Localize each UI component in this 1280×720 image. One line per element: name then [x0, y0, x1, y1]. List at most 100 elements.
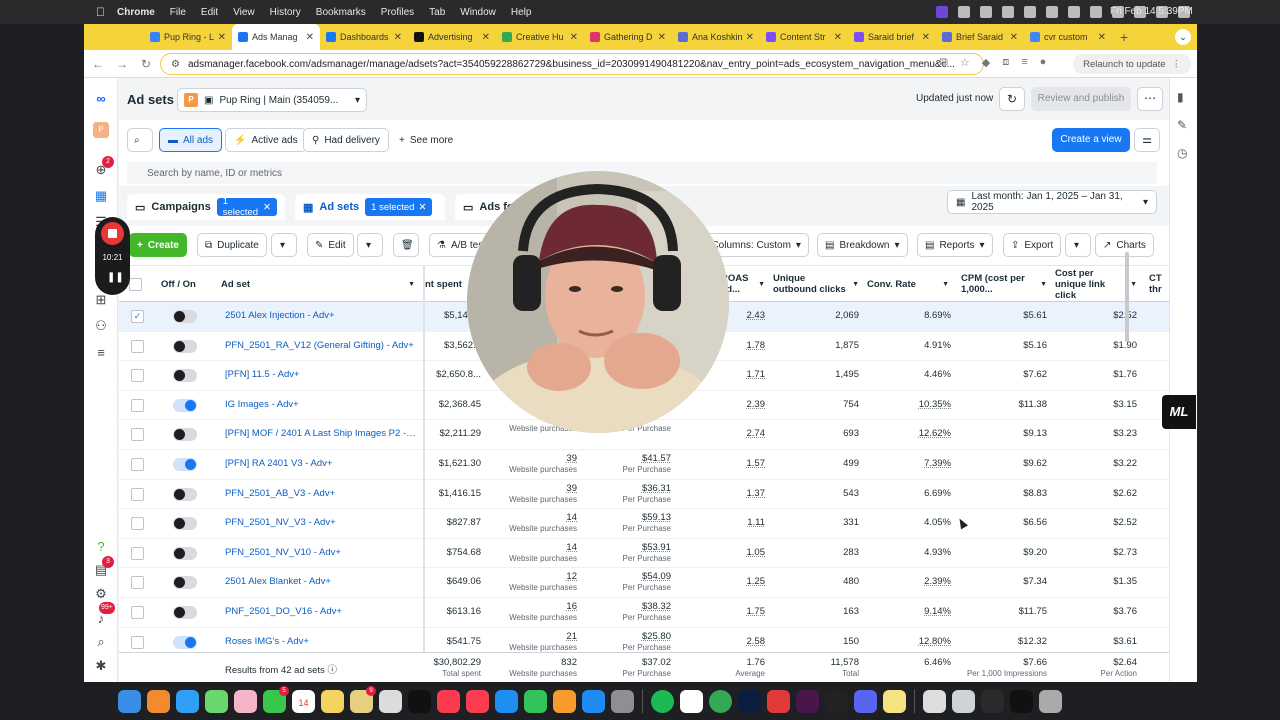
export-button[interactable]: ⇪ Export — [1003, 233, 1062, 257]
row-checkbox[interactable] — [131, 606, 144, 619]
keynote-icon[interactable] — [495, 689, 518, 713]
search-icon[interactable]: ⌕ — [93, 634, 109, 650]
filter-had-delivery[interactable]: ⚲ Had delivery — [303, 128, 389, 152]
export-dropdown[interactable]: ▾ — [1065, 233, 1091, 257]
slack-icon[interactable] — [796, 689, 819, 713]
pages-icon[interactable] — [553, 689, 576, 713]
duplicate-button[interactable]: ⧉ Duplicate — [197, 233, 267, 257]
numbers-icon[interactable] — [524, 689, 547, 713]
screen-record-icon[interactable] — [936, 6, 948, 18]
site-info-icon[interactable]: ⚙ — [171, 59, 180, 70]
stop-recording-button[interactable] — [101, 222, 124, 245]
delivery-toggle[interactable] — [173, 546, 197, 560]
account-avatar[interactable]: P — [93, 122, 109, 138]
see-more-button[interactable]: + See more — [391, 128, 462, 152]
messages-dock-icon[interactable]: 5 — [263, 685, 289, 713]
col-cpm[interactable]: CPM (cost per 1,000... ▼ — [961, 266, 1051, 302]
tab-search-icon[interactable]: ≡ — [1021, 56, 1027, 69]
row-checkbox[interactable] — [131, 517, 144, 531]
col-conv-rate[interactable]: Conv. Rate ▼ — [867, 266, 953, 302]
grammarly-icon[interactable] — [980, 6, 992, 18]
close-icon[interactable]: ✕ — [570, 32, 578, 43]
ads-reporting-icon[interactable]: ⊞ — [93, 292, 109, 308]
table-row[interactable]: PFN_2501_NV_V3 - Adv+ $827.87 14 Website pu… — [119, 509, 1169, 539]
chrome-icon[interactable] — [709, 689, 732, 713]
adset-name-link[interactable]: [PFN] MOF / 2401 A Last Ship Images P2 -… — [225, 420, 417, 450]
delivery-toggle[interactable] — [173, 517, 197, 531]
menu-profiles[interactable]: Profiles — [381, 7, 414, 18]
tab-content-str[interactable]: Content Str ✕ — [760, 24, 848, 50]
trash-icon[interactable] — [1039, 689, 1062, 713]
wifi-icon[interactable] — [1002, 6, 1014, 18]
delivery-toggle[interactable] — [173, 339, 197, 353]
delivery-toggle[interactable] — [173, 487, 197, 501]
delivery-toggle[interactable] — [173, 635, 197, 649]
close-icon[interactable]: ✕ — [1010, 32, 1018, 43]
adset-name-link[interactable]: [PFN] 11.5 - Adv+ — [225, 361, 417, 391]
music-icon[interactable] — [437, 689, 460, 713]
row-checkbox[interactable] — [131, 398, 144, 412]
notes-icon[interactable] — [321, 689, 344, 713]
new-tab-icon[interactable]: + — [1120, 29, 1128, 45]
col-off-on[interactable]: Off / On — [161, 266, 211, 302]
window-thumb-dark[interactable] — [981, 689, 1004, 713]
refresh-button[interactable]: ↻ — [999, 87, 1025, 111]
close-icon[interactable]: ✕ — [418, 202, 426, 213]
delete-button[interactable]: 🗑 — [393, 233, 419, 257]
menu-app[interactable]: Chrome — [117, 7, 155, 18]
reload-icon[interactable]: ↻ — [134, 57, 158, 71]
photos-icon[interactable] — [234, 689, 257, 713]
view-settings-button[interactable]: ⚌ — [1134, 128, 1160, 152]
adset-name-link[interactable]: PNF_2501_DO_V16 - Adv+ — [225, 598, 417, 628]
adset-name-link[interactable]: PFN_2501_AB_V3 - Adv+ — [225, 480, 417, 510]
maps-icon[interactable] — [205, 689, 228, 713]
create-button[interactable]: + Create — [129, 233, 187, 257]
tab-advertising[interactable]: Advertising ✕ — [408, 24, 496, 50]
duplicate-dropdown[interactable]: ▾ — [271, 233, 297, 257]
tab-search-chevron-icon[interactable]: ⌄ — [1175, 29, 1191, 45]
finder-icon[interactable] — [118, 689, 141, 713]
breakdown-button[interactable]: ▤ Breakdown ▾ — [817, 233, 908, 257]
tab-gathering[interactable]: Gathering D ✕ — [584, 24, 672, 50]
safari-icon[interactable] — [176, 689, 199, 713]
discord-icon[interactable] — [854, 689, 877, 713]
photoshop-icon[interactable] — [738, 689, 761, 713]
row-checkbox[interactable] — [131, 576, 144, 590]
notifications-icon[interactable]: ⊕ 2 — [93, 156, 114, 178]
info-icon[interactable]: ⓘ — [327, 665, 337, 676]
review-publish-button[interactable]: Review and publish — [1031, 87, 1131, 111]
menu-help[interactable]: Help — [511, 7, 532, 18]
tab-ana[interactable]: Ana Koshkin ✕ — [672, 24, 760, 50]
help-icon[interactable]: ? — [93, 538, 109, 554]
launchpad-icon[interactable] — [147, 689, 170, 713]
menu-history[interactable]: History — [270, 7, 301, 18]
adset-name-link[interactable]: IG Images - Adv+ — [225, 391, 417, 421]
calendar-icon[interactable]: 14 — [292, 689, 315, 713]
row-checkbox[interactable]: ✓ — [131, 310, 144, 323]
more-options-button[interactable]: ⋯ — [1137, 87, 1163, 111]
date-range-picker[interactable]: ▦ Last month: Jan 1, 2025 – Jan 31, 2025… — [947, 190, 1157, 214]
filter-all-ads[interactable]: ▬ All ads — [159, 128, 223, 152]
pause-icon[interactable]: ❚❚ — [107, 272, 124, 283]
edit-dropdown[interactable]: ▾ — [357, 233, 383, 257]
close-icon[interactable]: ✕ — [482, 32, 490, 43]
settings-gear-icon[interactable]: ⚙ — [93, 586, 109, 602]
adset-name-link[interactable]: PFN_2501_NV_V10 - Adv+ — [225, 539, 417, 569]
delivery-toggle[interactable] — [173, 310, 197, 323]
row-checkbox[interactable] — [131, 635, 144, 649]
alerts-bell-icon[interactable]: ♪ 99+ — [93, 602, 115, 626]
search-toggle-button[interactable]: ⌕ — [127, 128, 153, 152]
menubar-clock-visible[interactable]: Fri Feb 14 5:39PM — [1110, 6, 1193, 17]
whatsapp-icon[interactable] — [825, 689, 848, 713]
tab-pup-ring[interactable]: Pup Ring - L ✕ — [144, 24, 232, 50]
tab-campaigns[interactable]: ▭ Campaigns 1 selected ✕ — [127, 194, 285, 220]
table-row[interactable]: PFN_2501_AB_V3 - Adv+ $1,416.15 39 Website … — [119, 480, 1169, 510]
adset-name-link[interactable]: [PFN] RA 2401 V3 - Adv+ — [225, 450, 417, 480]
chart-panel-icon[interactable]: ▮ — [1177, 90, 1184, 104]
menu-edit[interactable]: Edit — [201, 7, 218, 18]
notion-icon[interactable] — [680, 689, 703, 713]
window-thumb-black[interactable] — [1010, 689, 1033, 713]
tab-dashboards[interactable]: Dashboards ✕ — [320, 24, 408, 50]
edit-panel-icon[interactable]: ✎ — [1177, 118, 1187, 132]
adset-name-link[interactable]: 2501 Alex Injection - Adv+ — [225, 302, 417, 332]
